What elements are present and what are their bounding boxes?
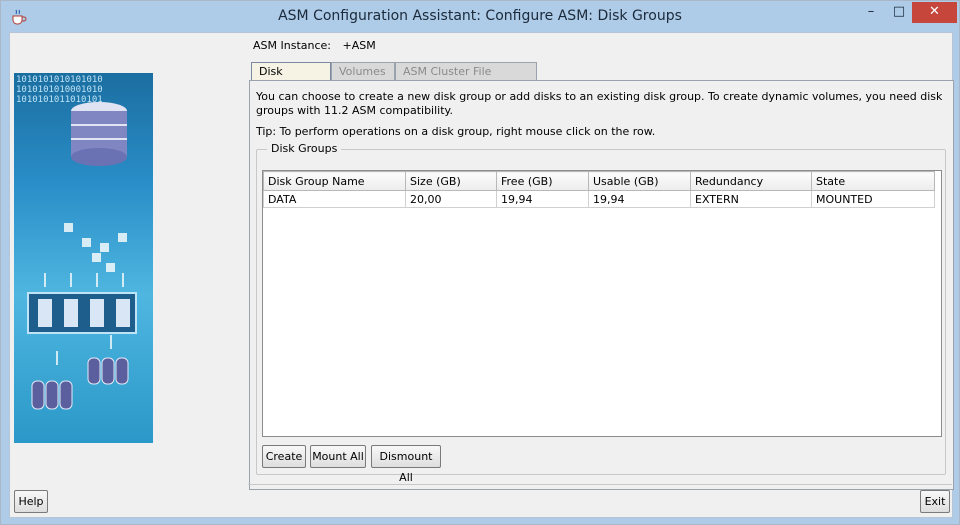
asm-banner-image: 1010101010101010 1010101010001010 101010…	[14, 73, 153, 443]
bottom-separator	[248, 484, 952, 485]
group-title: Disk Groups	[267, 142, 342, 155]
title-bar[interactable]: ASM Configuration Assistant: Configure A…	[1, 1, 959, 33]
exit-button[interactable]: Exit	[920, 490, 950, 513]
help-button[interactable]: Help	[14, 490, 48, 513]
tip-text: Tip: To perform operations on a disk gro…	[256, 125, 656, 138]
asm-instance-label: ASM Instance:	[253, 39, 331, 52]
column-header-usable[interactable]: Usable (GB)	[588, 171, 691, 191]
column-header-size[interactable]: Size (GB)	[405, 171, 497, 191]
window-title: ASM Configuration Assistant: Configure A…	[278, 8, 682, 24]
cell-free: 19,94	[496, 190, 589, 208]
cell-state: MOUNTED	[811, 190, 935, 208]
intro-text: You can choose to create a new disk grou…	[256, 90, 943, 117]
tab-disk-groups[interactable]: Disk Groups	[251, 62, 331, 95]
table-row[interactable]: DATA 20,00 19,94 19,94 EXTERN MOUNTED	[263, 190, 935, 208]
dismount-all-button[interactable]: Dismount All	[371, 445, 441, 484]
asm-instance-value: +ASM	[342, 39, 376, 52]
column-header-name[interactable]: Disk Group Name	[263, 171, 406, 191]
close-button[interactable]: ✕	[912, 2, 957, 23]
cell-usable: 19,94	[588, 190, 691, 208]
cell-redundancy: EXTERN	[690, 190, 812, 208]
application-window: ASM Configuration Assistant: Configure A…	[0, 0, 960, 525]
column-header-free[interactable]: Free (GB)	[496, 171, 589, 191]
column-header-state[interactable]: State	[811, 171, 935, 191]
main-content: ASM Instance: +ASM Disk Groups Volumes A…	[249, 33, 954, 490]
tab-volumes[interactable]: Volumes	[331, 62, 395, 80]
tab-asm-cluster-file-systems[interactable]: ASM Cluster File Systems	[395, 62, 537, 95]
asm-instance: ASM Instance: +ASM	[253, 39, 384, 52]
disk-icon	[31, 357, 129, 410]
disk-groups-group: Disk Groups Disk Group Name Size (GB) Fr…	[256, 142, 946, 484]
cell-name: DATA	[263, 190, 406, 208]
maximize-button[interactable]: □	[886, 2, 912, 23]
column-header-redundancy[interactable]: Redundancy	[690, 171, 812, 191]
table-header-row: Disk Group Name Size (GB) Free (GB) Usab…	[263, 171, 935, 191]
create-button[interactable]: Create	[262, 445, 306, 468]
minimize-button[interactable]: –	[856, 2, 886, 23]
client-area: 1010101010101010 1010101010001010 101010…	[9, 32, 954, 518]
mount-all-button[interactable]: Mount All	[310, 445, 366, 468]
cell-size: 20,00	[405, 190, 497, 208]
disk-groups-table[interactable]: Disk Group Name Size (GB) Free (GB) Usab…	[262, 170, 942, 437]
disk-groups-panel: You can choose to create a new disk grou…	[249, 80, 954, 490]
